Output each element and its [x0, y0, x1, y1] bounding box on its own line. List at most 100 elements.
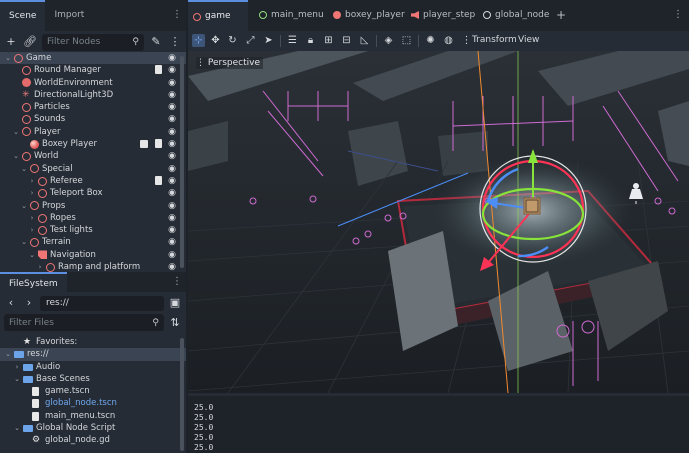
rotate-mode-icon[interactable]: ↻ — [226, 34, 239, 47]
attach-script-icon[interactable]: ✎ — [149, 35, 163, 49]
scene-tree-row[interactable]: Boxey Player ◉ — [0, 138, 186, 150]
filesystem-row[interactable]: ⌄ Global Node Script — [0, 422, 186, 434]
filesystem-row[interactable]: › Audio — [0, 361, 186, 373]
visibility-eye-icon[interactable]: ◉ — [168, 236, 176, 248]
visibility-eye-icon[interactable]: ◉ — [168, 101, 176, 113]
tab-import[interactable]: Import — [45, 0, 93, 31]
filesystem-menu-icon[interactable]: ⋮ — [172, 276, 182, 287]
tab-player-step[interactable]: player_step — [406, 0, 476, 31]
chevron-right-icon[interactable]: › — [28, 187, 36, 199]
visibility-eye-icon[interactable]: ◉ — [168, 200, 176, 212]
scene-tree-scrollbar[interactable] — [180, 56, 184, 268]
visibility-eye-icon[interactable]: ◉ — [168, 187, 176, 199]
path-field[interactable]: res:// — [40, 295, 164, 311]
chevron-down-icon[interactable]: ⌄ — [20, 200, 28, 212]
chevron-down-icon[interactable]: ⌄ — [4, 348, 12, 360]
scene-tree-row[interactable]: › Test lights ◉ — [0, 224, 186, 236]
scene-tree-row[interactable]: Round Manager ◉ — [0, 64, 186, 76]
scene-tree-row[interactable]: ⌄ Special ◉ — [0, 163, 186, 175]
chevron-down-icon[interactable]: ⌄ — [13, 422, 21, 434]
scene-tree-row[interactable]: › Ropes ◉ — [0, 212, 186, 224]
script-icon[interactable] — [155, 175, 162, 185]
scene-tree-row[interactable]: › Ramp and platform ◉ — [0, 261, 186, 272]
scene-tree-row[interactable]: ⌄ Terrain ◉ — [0, 236, 186, 248]
chevron-right-icon[interactable]: › — [28, 175, 36, 187]
filter-files-input[interactable]: Filter Files ⚲ — [4, 314, 164, 331]
environment-preview-icon[interactable]: ◍ — [442, 34, 455, 47]
back-icon[interactable]: ‹ — [4, 296, 18, 310]
tabs-menu-icon[interactable]: ⋮ — [673, 9, 683, 20]
chevron-down-icon[interactable]: ⌄ — [12, 126, 20, 138]
scale-mode-icon[interactable]: ⤢ — [244, 34, 257, 47]
local-space-icon[interactable]: ◺ — [358, 34, 371, 47]
filesystem-row[interactable]: ⚙ global_node.gd — [0, 434, 186, 446]
dock-menu-icon[interactable]: ⋮ — [172, 9, 182, 20]
filesystem-row[interactable]: ⌄ Base Scenes — [0, 373, 186, 385]
tab-scene[interactable]: Scene — [0, 0, 46, 31]
visibility-eye-icon[interactable]: ◉ — [168, 64, 176, 76]
split-view-icon[interactable]: ▣ — [168, 296, 182, 310]
camera-icon[interactable]: ⬚ — [400, 34, 413, 47]
forward-icon[interactable]: › — [22, 296, 36, 310]
visibility-eye-icon[interactable]: ◉ — [168, 138, 176, 150]
dock-options-icon[interactable]: ⋮ — [168, 35, 182, 49]
3d-viewport[interactable]: ⋮ Perspective — [188, 51, 689, 393]
visibility-eye-icon[interactable]: ◉ — [168, 224, 176, 236]
visibility-eye-icon[interactable]: ◉ — [168, 126, 176, 138]
scene-tree-row[interactable]: Particles ◉ — [0, 101, 186, 113]
chevron-down-icon[interactable]: ⌄ — [28, 249, 36, 261]
scene-tree-row[interactable]: ⌄ World ◉ — [0, 150, 186, 162]
scene-tree-row[interactable]: ⌄ Props ◉ — [0, 200, 186, 212]
chevron-down-icon[interactable]: ⌄ — [13, 373, 21, 385]
filesystem-scrollbar[interactable] — [180, 338, 184, 451]
scene-tree-row[interactable]: Sounds ◉ — [0, 113, 186, 125]
lock-icon[interactable]: 🔒︎ — [304, 34, 317, 47]
scene-tree-row[interactable]: ⌄ Player ◉ — [0, 126, 186, 138]
list-select-icon[interactable]: ☰ — [286, 34, 299, 47]
visibility-eye-icon[interactable]: ◉ — [168, 249, 176, 261]
visibility-eye-icon[interactable]: ◉ — [168, 89, 176, 101]
chevron-down-icon[interactable]: ⌄ — [20, 163, 28, 175]
visibility-eye-icon[interactable]: ◉ — [168, 163, 176, 175]
tab-main-menu[interactable]: main_menu — [254, 0, 324, 31]
tab-game[interactable]: game — [188, 0, 248, 31]
visibility-eye-icon[interactable]: ◉ — [168, 150, 176, 162]
visibility-eye-icon[interactable]: ◉ — [168, 212, 176, 224]
tab-global-node[interactable]: global_node — [478, 0, 550, 31]
scene-tree-row[interactable]: WorldEnvironment ◉ — [0, 77, 186, 89]
add-node-icon[interactable]: + — [4, 35, 18, 49]
filesystem-row[interactable]: main_menu.tscn — [0, 410, 186, 422]
scene-tree-row[interactable]: › Referee ◉ — [0, 175, 186, 187]
pointer-icon[interactable]: ➤ — [262, 34, 275, 47]
chevron-right-icon[interactable]: › — [13, 361, 21, 373]
chevron-down-icon[interactable]: ⌄ — [12, 150, 20, 162]
visibility-eye-icon[interactable]: ◉ — [168, 77, 176, 89]
chevron-right-icon[interactable]: › — [28, 224, 36, 236]
transform-menu[interactable]: Transform — [472, 34, 517, 47]
chevron-down-icon[interactable]: ⌄ — [20, 236, 28, 248]
move-mode-icon[interactable]: ✥ — [209, 34, 222, 47]
chevron-down-icon[interactable]: ⌄ — [4, 52, 12, 64]
view-menu[interactable]: View — [518, 34, 539, 47]
chevron-right-icon[interactable]: › — [28, 212, 36, 224]
tab-boxey-player[interactable]: boxey_player — [328, 0, 405, 31]
script-icon[interactable] — [155, 139, 162, 149]
sun-preview-icon[interactable]: ✺ — [424, 34, 437, 47]
filesystem-row[interactable]: game.tscn — [0, 385, 186, 397]
chevron-right-icon[interactable]: › — [36, 261, 44, 272]
open-scene-icon[interactable] — [140, 139, 148, 148]
visibility-eye-icon[interactable]: ◉ — [168, 261, 176, 272]
tab-filesystem[interactable]: FileSystem — [0, 272, 67, 292]
snap-icon[interactable]: ◈ — [382, 34, 395, 47]
script-icon[interactable] — [155, 65, 162, 75]
group-icon[interactable]: ⊞ — [322, 34, 335, 47]
scene-tree-row[interactable]: › Teleport Box ◉ — [0, 187, 186, 199]
visibility-eye-icon[interactable]: ◉ — [168, 175, 176, 187]
instance-scene-icon[interactable]: 🔗︎ — [23, 35, 37, 49]
filesystem-row[interactable]: ⌄ res:// — [0, 348, 186, 361]
scene-tree-row[interactable]: ✳ DirectionalLight3D ◉ — [0, 89, 186, 101]
visibility-eye-icon[interactable]: ◉ — [168, 113, 176, 125]
scene-tree-row[interactable]: ⌄ Navigation ◉ — [0, 249, 186, 261]
select-mode-icon[interactable]: ⊹ — [192, 34, 205, 47]
filesystem-row[interactable]: global_node.tscn — [0, 397, 186, 409]
